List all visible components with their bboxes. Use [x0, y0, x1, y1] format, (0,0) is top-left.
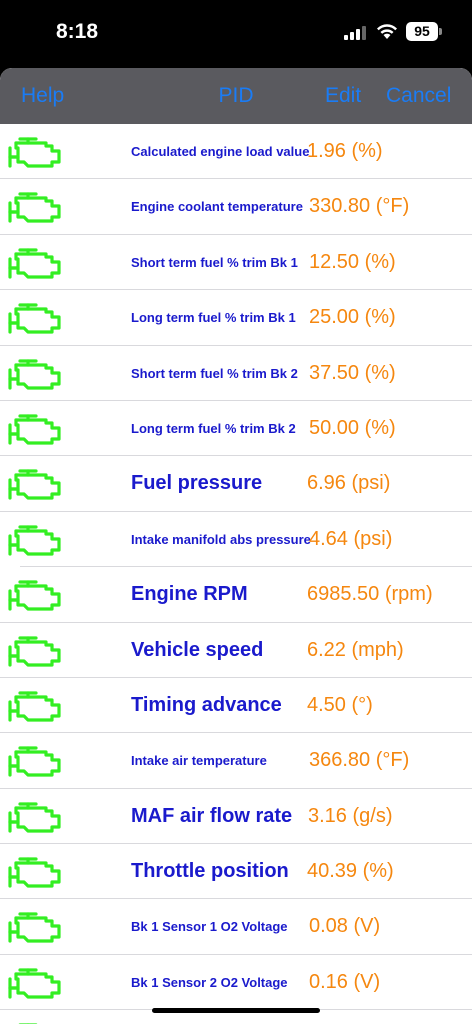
list-item[interactable]: Long term fuel % trim Bk 2 50.00 (%)	[0, 401, 472, 457]
pid-value: 4.50 (°)	[307, 693, 373, 716]
cancel-button[interactable]: Cancel	[386, 84, 451, 108]
list-item[interactable]: Timing advance 4.50 (°)	[0, 678, 472, 734]
engine-icon	[6, 856, 62, 890]
list-item[interactable]: Throttle position 40.39 (%)	[0, 844, 472, 900]
list-item[interactable]: Calculated engine load value 1.96 (%)	[0, 124, 472, 180]
pid-label: Short term fuel % trim Bk 2	[131, 365, 298, 381]
pid-label: Calculated engine load value	[131, 144, 310, 159]
engine-icon	[6, 801, 62, 835]
pid-label: Bk 1 Sensor 2 O2 Voltage	[131, 974, 288, 990]
pid-label: Throttle position	[131, 860, 289, 883]
status-time: 8:18	[56, 20, 99, 43]
cellular-signal-icon	[344, 26, 366, 40]
pid-label: MAF air flow rate	[131, 804, 293, 827]
list-item[interactable]: Bk 1 Sensor 2 O2 Voltage 0.16 (V)	[0, 955, 472, 1011]
pid-label: Timing advance	[131, 693, 282, 716]
list-item[interactable]: Intake manifold abs pressure 4.64 (psi)	[0, 512, 472, 568]
pid-value: 1.96 (%)	[307, 140, 383, 162]
pid-label: Engine coolant temperature	[131, 199, 303, 215]
engine-icon	[6, 468, 62, 502]
pid-label: Intake air temperature	[131, 753, 267, 769]
pid-value: 6.22 (mph)	[307, 638, 404, 661]
navbar: Help PID Edit Cancel	[0, 68, 472, 124]
list-item[interactable]: Short term fuel % trim Bk 2 37.50 (%)	[0, 346, 472, 401]
battery-tip	[439, 28, 442, 35]
pid-value: 6.96 (psi)	[307, 472, 391, 495]
pid-label: Long term fuel % trim Bk 2	[131, 420, 296, 436]
help-button[interactable]: Help	[21, 84, 64, 108]
pid-label: Short term fuel % trim Bk 1	[131, 254, 298, 270]
pid-list: Calculated engine load value 1.96 (%) Engi…	[0, 124, 472, 1024]
home-indicator	[152, 1008, 320, 1013]
wifi-icon	[377, 24, 397, 39]
pid-label: Vehicle speed	[131, 638, 264, 661]
battery-indicator: 95	[406, 22, 438, 41]
engine-icon	[6, 524, 62, 558]
list-item[interactable]: Engine RPM 6985.50 (rpm)	[0, 567, 472, 623]
engine-icon	[6, 745, 62, 779]
pid-value: 6985.50 (rpm)	[307, 583, 433, 606]
list-item[interactable]: Fuel pressure 6.96 (psi)	[0, 456, 472, 512]
pid-sheet: Help PID Edit Cancel Calculated engine l…	[0, 68, 472, 1024]
pid-value: 25.00 (%)	[309, 306, 396, 329]
pid-value: 37.50 (%)	[309, 361, 396, 384]
pid-value: 0.16 (V)	[309, 970, 381, 993]
list-item[interactable]: Engine coolant temperature 330.80 (°F)	[0, 179, 472, 235]
engine-icon	[6, 579, 62, 613]
pid-label: Bk 1 Sensor 1 O2 Voltage	[131, 919, 288, 935]
pid-value: 4.64 (psi)	[309, 527, 393, 550]
engine-icon	[6, 635, 62, 669]
engine-icon	[6, 413, 62, 447]
list-item[interactable]: Short term fuel % trim Bk 1 12.50 (%)	[0, 235, 472, 291]
pid-value: 40.39 (%)	[307, 860, 394, 883]
pid-label: Intake manifold abs pressure	[131, 531, 311, 547]
pid-value: 366.80 (°F)	[309, 749, 410, 772]
edit-button[interactable]: Edit	[325, 84, 361, 108]
pid-value: 330.80 (°F)	[309, 195, 410, 218]
engine-icon	[6, 690, 62, 724]
engine-icon	[6, 302, 62, 336]
engine-icon	[6, 358, 62, 392]
pid-label: Fuel pressure	[131, 472, 263, 495]
list-item[interactable]: Bk 1 Sensor 1 O2 Voltage 0.08 (V)	[0, 899, 472, 955]
pid-value: 50.00 (%)	[309, 416, 396, 439]
engine-icon	[6, 136, 62, 170]
list-item[interactable]: Vehicle speed 6.22 (mph)	[0, 623, 472, 678]
status-bar: 8:18 95	[0, 0, 472, 64]
list-item[interactable]: MAF air flow rate 3.16 (g/s)	[0, 789, 472, 845]
pid-label: Long term fuel % trim Bk 1	[131, 310, 296, 326]
pid-value: 0.08 (V)	[309, 915, 381, 938]
engine-icon	[6, 967, 62, 1001]
engine-icon	[6, 191, 62, 225]
engine-icon	[6, 247, 62, 281]
list-item[interactable]: Intake air temperature 366.80 (°F)	[0, 733, 472, 789]
list-item[interactable]: Long term fuel % trim Bk 1 25.00 (%)	[0, 290, 472, 346]
pid-label: Engine RPM	[131, 583, 248, 606]
pid-value: 12.50 (%)	[309, 250, 396, 273]
engine-icon	[6, 911, 62, 945]
pid-value: 3.16 (g/s)	[308, 804, 393, 827]
